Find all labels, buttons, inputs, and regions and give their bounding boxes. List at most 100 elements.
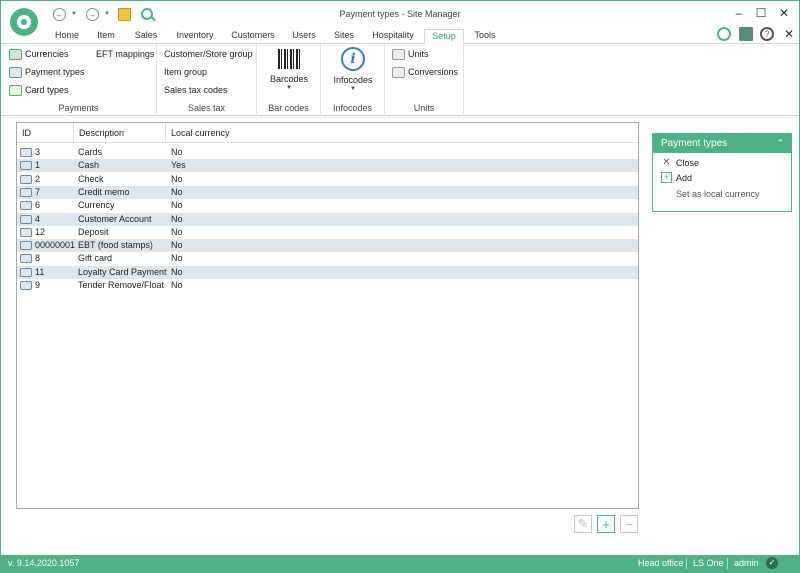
product-label: LS One [693, 558, 724, 568]
edit-button[interactable]: ✎ [574, 515, 592, 533]
table-row[interactable]: 6 Currency No [17, 199, 638, 212]
panel-add-action[interactable]: + Add [661, 171, 692, 184]
cell-id: 12 [35, 226, 46, 237]
table-row[interactable]: 9 Tender Remove/Float No [17, 279, 638, 292]
payment-type-icon [20, 227, 32, 237]
table-row[interactable]: 00000001 EBT (food stamps) No [17, 239, 638, 253]
chevron-up-icon[interactable]: ⌃ [776, 134, 784, 153]
customer-store-group-button[interactable]: Customer/Store group [164, 47, 253, 61]
cell-id: 7 [35, 186, 41, 197]
cell-local-currency: No [171, 186, 183, 197]
tab-setup[interactable]: Setup [424, 29, 464, 45]
maximize-button[interactable]: ☐ [754, 6, 768, 20]
cell-id: 9 [35, 280, 41, 290]
table-row[interactable]: 11 Loyalty Card Payment No [17, 265, 638, 279]
payment-type-icon [20, 241, 32, 251]
version-label: v. 9.14.2020.1057 [8, 558, 80, 568]
column-header-local-currency[interactable]: Local currency [166, 123, 266, 143]
chevron-down-icon: ▼ [286, 85, 292, 91]
cell-description: Currency [78, 200, 115, 211]
table-row[interactable]: 3 Cards No [17, 146, 638, 159]
currencies-icon [9, 48, 22, 60]
table-row[interactable]: 7 Credit memo No [17, 185, 638, 199]
payment-type-icon [20, 161, 32, 171]
tab-tools[interactable]: Tools [469, 29, 501, 44]
payment-type-icon [20, 254, 32, 264]
payment-type-icon [20, 148, 32, 157]
table-row[interactable]: 8 Gift card No [17, 252, 638, 265]
cell-description: Credit memo [78, 186, 130, 197]
cell-description: Gift card [78, 253, 113, 264]
dashboard-icon[interactable] [739, 27, 753, 41]
panel-close-action[interactable]: ✕ Close [661, 156, 699, 169]
item-group-button[interactable]: Item group [164, 65, 207, 79]
table-row[interactable]: 2 Check No [17, 173, 638, 186]
payment-types-button[interactable]: Payment types [9, 65, 85, 79]
conversions-button[interactable]: Conversions [392, 65, 458, 79]
cell-id: 4 [35, 213, 41, 224]
payment-type-icon [20, 214, 32, 224]
column-header-id[interactable]: ID [17, 123, 74, 143]
tab-hospitality[interactable]: Hospitality [367, 29, 419, 44]
cell-id: 3 [35, 147, 41, 157]
cell-description: Deposit [78, 226, 109, 237]
eft-mappings-button[interactable]: EFT mappings [96, 47, 154, 61]
panel-set-local-currency-action[interactable]: Set as local currency [676, 187, 760, 200]
ribbon-tabs: Home Item Sales Inventory Customers User… [1, 27, 799, 45]
table-row[interactable]: 4 Customer Account No [17, 212, 638, 226]
cell-id: 2 [35, 173, 41, 184]
tab-customers[interactable]: Customers [226, 29, 280, 44]
payment-type-icon [20, 187, 32, 197]
cell-local-currency: Yes [171, 160, 186, 171]
help-icon[interactable]: ? [760, 27, 774, 41]
payment-type-icon [20, 267, 32, 277]
tab-sites[interactable]: Sites [327, 29, 361, 44]
units-group-label: Units [413, 103, 435, 113]
tab-sales[interactable]: Sales [129, 29, 163, 44]
infocodes-button[interactable]: i Infocodes ▼ [331, 47, 375, 92]
cell-description: Cash [78, 160, 100, 171]
cell-description: Tender Remove/Float [78, 280, 165, 290]
ribbon-group-sales-tax: Customer/Store group Item group Sales ta… [157, 44, 257, 116]
title-bar: ← ▼ → ▼ Payment types - Site Manager – ☐… [1, 1, 799, 36]
table-row[interactable]: 1 Cash Yes [17, 159, 638, 173]
panel-header[interactable]: Payment types ⌃ [653, 134, 791, 153]
minimize-button[interactable]: – [732, 6, 746, 20]
barcode-icon [278, 47, 300, 69]
cell-description: EBT (food stamps) [78, 240, 153, 251]
units-button[interactable]: Units [392, 47, 429, 61]
cell-id: 8 [35, 253, 41, 264]
connection-ok-icon: ✓ [766, 557, 778, 569]
barcodes-button[interactable]: Barcodes ▼ [269, 47, 309, 91]
add-button[interactable]: + [597, 515, 615, 533]
payment-type-icon [20, 201, 32, 211]
ribbon-group-bar-codes: Barcodes ▼ Bar codes [257, 44, 321, 116]
table-row[interactable]: 12 Deposit No [17, 226, 638, 239]
currencies-button[interactable]: Currencies [9, 47, 69, 61]
tab-home[interactable]: Home [49, 29, 85, 44]
store-label: Head office [638, 558, 684, 568]
tab-item[interactable]: Item [91, 29, 121, 44]
units-icon [392, 48, 405, 60]
cell-local-currency: No [171, 280, 183, 290]
close-button[interactable]: ✕ [777, 6, 791, 20]
tab-users[interactable]: Users [287, 29, 321, 44]
remove-button[interactable]: − [620, 515, 638, 533]
tab-inventory[interactable]: Inventory [169, 29, 221, 44]
info-icon: i [341, 47, 365, 71]
payments-group-label: Payments [58, 103, 99, 113]
sales-tax-codes-button[interactable]: Sales tax codes [164, 83, 228, 97]
ribbon: Currencies Payment types Card types EFT … [1, 44, 799, 116]
grid-header: ID Description Local currency [17, 123, 638, 143]
card-types-button[interactable]: Card types [9, 83, 69, 97]
sales-tax-group-label: Sales tax [187, 103, 226, 113]
payment-types-grid[interactable]: ID Description Local currency 3 Cards No 1 C… [16, 122, 639, 509]
status-bar: v. 9.14.2020.1057 Head office LS One adm… [1, 555, 799, 572]
add-circle-icon[interactable] [717, 27, 731, 41]
add-icon: + [661, 172, 672, 183]
conversions-icon [392, 66, 405, 78]
column-header-description[interactable]: Description [74, 123, 166, 143]
pin-icon[interactable]: ✕ [782, 27, 796, 41]
close-icon: ✕ [662, 157, 671, 168]
panel-title: Payment types [661, 138, 728, 149]
